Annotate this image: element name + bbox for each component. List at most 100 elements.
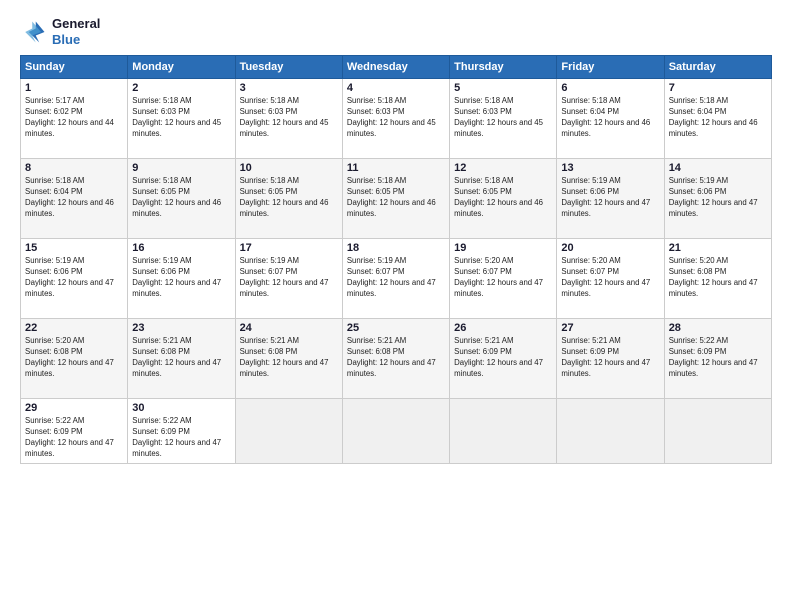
day-info: Sunrise: 5:18 AM Sunset: 6:03 PM Dayligh… [240,96,338,140]
sunset-label: Sunset: 6:04 PM [561,107,619,116]
sunrise-label: Sunrise: 5:19 AM [561,176,620,185]
daylight-label: Daylight: 12 hours and 47 minutes. [132,278,221,298]
day-info: Sunrise: 5:22 AM Sunset: 6:09 PM Dayligh… [669,336,767,380]
day-number: 27 [561,322,659,334]
day-info: Sunrise: 5:19 AM Sunset: 6:07 PM Dayligh… [240,256,338,300]
calendar-cell [342,399,449,464]
sunset-label: Sunset: 6:06 PM [669,187,727,196]
calendar-cell: 13 Sunrise: 5:19 AM Sunset: 6:06 PM Dayl… [557,159,664,239]
calendar-cell: 23 Sunrise: 5:21 AM Sunset: 6:08 PM Dayl… [128,319,235,399]
calendar-cell: 3 Sunrise: 5:18 AM Sunset: 6:03 PM Dayli… [235,79,342,159]
sunrise-label: Sunrise: 5:22 AM [25,416,84,425]
daylight-label: Daylight: 12 hours and 47 minutes. [347,358,436,378]
day-number: 22 [25,322,123,334]
daylight-label: Daylight: 12 hours and 47 minutes. [454,358,543,378]
daylight-label: Daylight: 12 hours and 46 minutes. [240,198,329,218]
calendar-cell: 29 Sunrise: 5:22 AM Sunset: 6:09 PM Dayl… [21,399,128,464]
sunrise-label: Sunrise: 5:18 AM [454,96,513,105]
calendar-cell [235,399,342,464]
sunset-label: Sunset: 6:07 PM [561,267,619,276]
day-info: Sunrise: 5:21 AM Sunset: 6:08 PM Dayligh… [347,336,445,380]
day-number: 12 [454,162,552,174]
daylight-label: Daylight: 12 hours and 46 minutes. [347,198,436,218]
day-info: Sunrise: 5:19 AM Sunset: 6:06 PM Dayligh… [25,256,123,300]
calendar-table: SundayMondayTuesdayWednesdayThursdayFrid… [20,55,772,464]
day-info: Sunrise: 5:18 AM Sunset: 6:03 PM Dayligh… [454,96,552,140]
sunset-label: Sunset: 6:08 PM [669,267,727,276]
sunset-label: Sunset: 6:06 PM [561,187,619,196]
day-number: 3 [240,82,338,94]
calendar-cell: 14 Sunrise: 5:19 AM Sunset: 6:06 PM Dayl… [664,159,771,239]
sunrise-label: Sunrise: 5:20 AM [454,256,513,265]
day-info: Sunrise: 5:19 AM Sunset: 6:06 PM Dayligh… [561,176,659,220]
weekday-header-thursday: Thursday [450,56,557,79]
daylight-label: Daylight: 12 hours and 47 minutes. [132,438,221,458]
day-info: Sunrise: 5:21 AM Sunset: 6:08 PM Dayligh… [240,336,338,380]
day-info: Sunrise: 5:20 AM Sunset: 6:07 PM Dayligh… [454,256,552,300]
week-row-4: 22 Sunrise: 5:20 AM Sunset: 6:08 PM Dayl… [21,319,772,399]
calendar-cell: 9 Sunrise: 5:18 AM Sunset: 6:05 PM Dayli… [128,159,235,239]
calendar-cell [664,399,771,464]
sunrise-label: Sunrise: 5:21 AM [561,336,620,345]
day-info: Sunrise: 5:18 AM Sunset: 6:05 PM Dayligh… [454,176,552,220]
day-info: Sunrise: 5:20 AM Sunset: 6:07 PM Dayligh… [561,256,659,300]
sunrise-label: Sunrise: 5:20 AM [561,256,620,265]
sunset-label: Sunset: 6:02 PM [25,107,83,116]
day-number: 7 [669,82,767,94]
calendar-cell [557,399,664,464]
daylight-label: Daylight: 12 hours and 47 minutes. [25,438,114,458]
day-info: Sunrise: 5:18 AM Sunset: 6:04 PM Dayligh… [669,96,767,140]
weekday-header-monday: Monday [128,56,235,79]
daylight-label: Daylight: 12 hours and 47 minutes. [561,358,650,378]
day-info: Sunrise: 5:21 AM Sunset: 6:09 PM Dayligh… [454,336,552,380]
sunset-label: Sunset: 6:09 PM [25,427,83,436]
weekday-header-sunday: Sunday [21,56,128,79]
daylight-label: Daylight: 12 hours and 46 minutes. [454,198,543,218]
daylight-label: Daylight: 12 hours and 47 minutes. [132,358,221,378]
sunset-label: Sunset: 6:04 PM [669,107,727,116]
calendar-cell: 2 Sunrise: 5:18 AM Sunset: 6:03 PM Dayli… [128,79,235,159]
sunset-label: Sunset: 6:03 PM [347,107,405,116]
sunset-label: Sunset: 6:07 PM [240,267,298,276]
daylight-label: Daylight: 12 hours and 45 minutes. [240,118,329,138]
day-number: 13 [561,162,659,174]
sunset-label: Sunset: 6:08 PM [132,347,190,356]
daylight-label: Daylight: 12 hours and 45 minutes. [132,118,221,138]
weekday-header-saturday: Saturday [664,56,771,79]
sunrise-label: Sunrise: 5:17 AM [25,96,84,105]
sunrise-label: Sunrise: 5:19 AM [669,176,728,185]
logo-text: General Blue [52,16,100,47]
calendar-cell: 1 Sunrise: 5:17 AM Sunset: 6:02 PM Dayli… [21,79,128,159]
day-info: Sunrise: 5:20 AM Sunset: 6:08 PM Dayligh… [669,256,767,300]
day-number: 25 [347,322,445,334]
calendar-cell: 19 Sunrise: 5:20 AM Sunset: 6:07 PM Dayl… [450,239,557,319]
day-info: Sunrise: 5:21 AM Sunset: 6:09 PM Dayligh… [561,336,659,380]
day-number: 18 [347,242,445,254]
sunset-label: Sunset: 6:08 PM [240,347,298,356]
calendar-cell: 5 Sunrise: 5:18 AM Sunset: 6:03 PM Dayli… [450,79,557,159]
week-row-5: 29 Sunrise: 5:22 AM Sunset: 6:09 PM Dayl… [21,399,772,464]
day-number: 5 [454,82,552,94]
day-info: Sunrise: 5:18 AM Sunset: 6:05 PM Dayligh… [240,176,338,220]
sunrise-label: Sunrise: 5:21 AM [347,336,406,345]
day-number: 29 [25,402,123,414]
week-row-1: 1 Sunrise: 5:17 AM Sunset: 6:02 PM Dayli… [21,79,772,159]
day-info: Sunrise: 5:18 AM Sunset: 6:05 PM Dayligh… [132,176,230,220]
day-number: 6 [561,82,659,94]
calendar-cell: 26 Sunrise: 5:21 AM Sunset: 6:09 PM Dayl… [450,319,557,399]
day-number: 19 [454,242,552,254]
daylight-label: Daylight: 12 hours and 47 minutes. [669,358,758,378]
page: General Blue SundayMondayTuesdayWednesda… [0,0,792,612]
sunrise-label: Sunrise: 5:21 AM [132,336,191,345]
weekday-header-tuesday: Tuesday [235,56,342,79]
calendar-cell: 15 Sunrise: 5:19 AM Sunset: 6:06 PM Dayl… [21,239,128,319]
sunset-label: Sunset: 6:03 PM [132,107,190,116]
sunrise-label: Sunrise: 5:18 AM [347,96,406,105]
calendar-cell [450,399,557,464]
calendar-cell: 27 Sunrise: 5:21 AM Sunset: 6:09 PM Dayl… [557,319,664,399]
sunrise-label: Sunrise: 5:18 AM [240,96,299,105]
calendar-cell: 16 Sunrise: 5:19 AM Sunset: 6:06 PM Dayl… [128,239,235,319]
sunrise-label: Sunrise: 5:18 AM [454,176,513,185]
sunrise-label: Sunrise: 5:21 AM [454,336,513,345]
day-info: Sunrise: 5:19 AM Sunset: 6:07 PM Dayligh… [347,256,445,300]
